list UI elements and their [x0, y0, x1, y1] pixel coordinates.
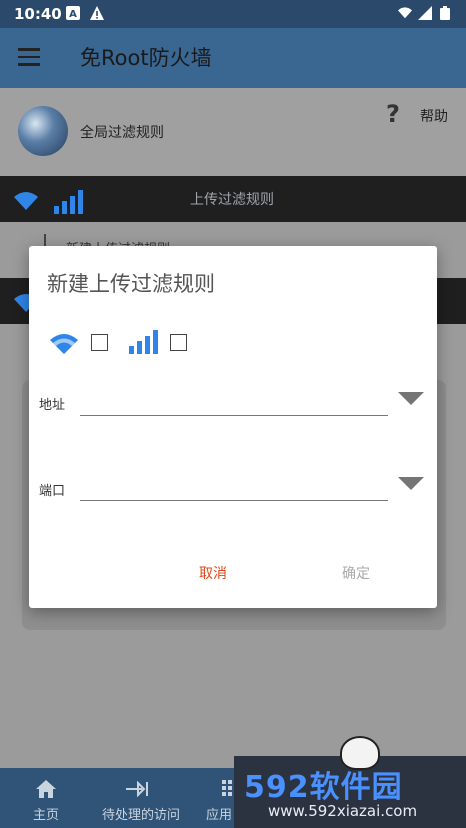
nav-apps-label[interactable]: 应用 [206, 804, 232, 823]
signal-status-icon [418, 6, 432, 20]
mobile-signal-icon [54, 190, 83, 214]
wifi-icon [50, 334, 78, 354]
dialog-title: 新建上传过滤规则 [47, 272, 215, 296]
cancel-button[interactable]: 取消 [199, 563, 227, 583]
arrow-to-bar-icon [126, 781, 148, 797]
globe-icon [18, 106, 68, 156]
address-underline [80, 415, 388, 416]
address-input[interactable] [81, 389, 391, 415]
home-icon [36, 780, 56, 798]
address-label: 地址 [39, 398, 66, 413]
port-underline [80, 500, 388, 501]
wifi-checkbox[interactable] [91, 334, 108, 351]
global-filter-label: 全局过滤规则 [80, 125, 164, 141]
wifi-icon [14, 192, 38, 210]
new-upload-rule-dialog: 新建上传过滤规则 地址 端口 取消 确定 [29, 246, 437, 608]
mobile-signal-icon [129, 330, 158, 354]
mobile-data-checkbox[interactable] [170, 334, 187, 351]
watermark-brand: 592软件园 [244, 770, 403, 805]
app-bar: 免Root防火墙 [0, 28, 466, 88]
address-dropdown-arrow-icon[interactable] [398, 392, 424, 405]
help-label[interactable]: 帮助 [420, 106, 448, 126]
battery-icon [440, 6, 450, 20]
status-time: 10:40 [14, 5, 62, 23]
svg-text:A: A [69, 9, 77, 20]
hamburger-menu-icon[interactable] [18, 48, 40, 66]
status-bar: 10:40 A [0, 0, 466, 28]
port-input[interactable] [81, 474, 391, 500]
nav-home-label[interactable]: 主页 [33, 804, 59, 823]
app-title: 免Root防火墙 [80, 46, 212, 70]
port-label: 端口 [39, 484, 66, 499]
help-icon[interactable]: ? [386, 100, 400, 128]
confirm-button[interactable]: 确定 [342, 563, 370, 583]
wifi-status-icon [398, 7, 412, 19]
nav-pending-label[interactable]: 待处理的访问 [102, 804, 180, 823]
port-dropdown-arrow-icon[interactable] [398, 477, 424, 490]
upload-section-title: 上传过滤规则 [190, 192, 274, 208]
notification-a-icon: A [66, 6, 80, 20]
warning-icon [90, 6, 104, 20]
watermark-url: www.592xiazai.com [268, 802, 418, 820]
